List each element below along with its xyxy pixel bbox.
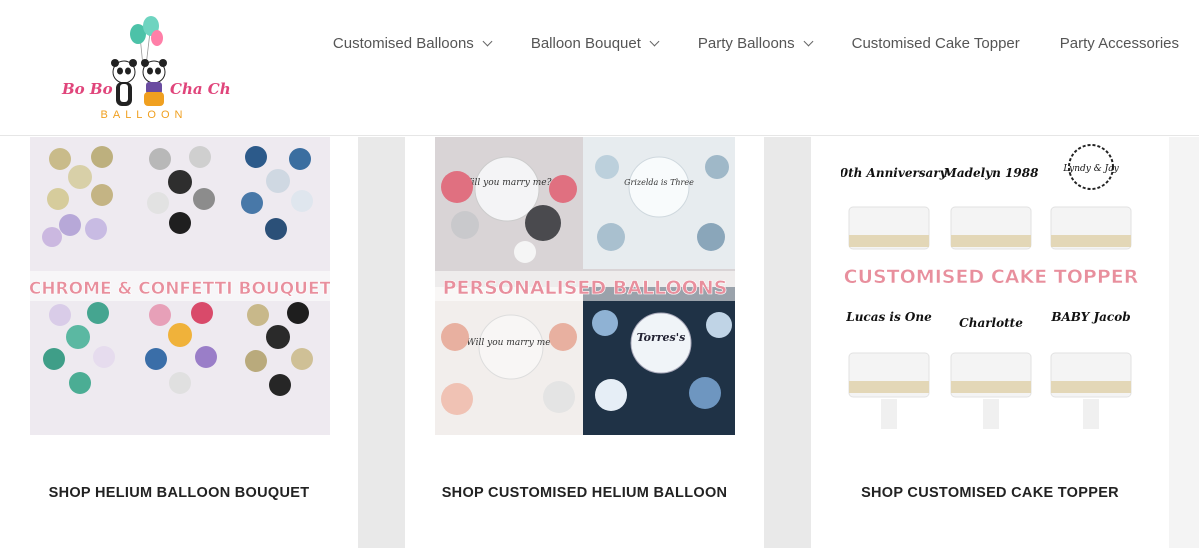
logo-balloons-icon [130, 16, 163, 67]
panda-girl-icon [141, 59, 167, 106]
balloon-text: Torres's [637, 331, 686, 344]
nav-label: Party Accessories [1059, 34, 1179, 52]
chevron-down-icon [803, 36, 814, 46]
nav-label: Customised Cake Topper [851, 34, 1020, 52]
nav-balloon-bouquet[interactable]: Balloon Bouquet [530, 34, 660, 52]
topper-text: Madelyn 1988 [943, 166, 1040, 180]
balloon-text: Grizelda is Three [624, 178, 694, 187]
nav-party-balloons[interactable]: Party Balloons [697, 34, 814, 52]
category-card-personalised: Will you marry me? Grizelda is Three PER… [405, 137, 764, 548]
nav-customised-balloons[interactable]: Customised Balloons [332, 34, 493, 52]
site-header: Bo Bo Cha Cha BALLOON Customised Balloon… [0, 0, 1199, 136]
bouquet-image[interactable]: CHROME & CONFETTI BOUQUET [30, 137, 330, 435]
chevron-down-icon [649, 36, 660, 46]
cake-topper-image[interactable]: 30th Anniversary Madelyn 1988 Lyndy & Ja… [841, 137, 1141, 435]
product-category-grid: CHROME & CONFETTI BOUQUET SHOP HELIUM BA… [0, 137, 1199, 548]
column-gutter [1169, 137, 1199, 548]
topper-text: Charlotte [959, 316, 1023, 330]
balloon-text: Will you marry me? [467, 338, 556, 348]
shop-cake-topper-link[interactable]: SHOP CUSTOMISED CAKE TOPPER [811, 485, 1169, 501]
nav-label: Party Balloons [697, 34, 795, 52]
category-card-bouquet: CHROME & CONFETTI BOUQUET SHOP HELIUM BA… [0, 137, 358, 548]
chevron-down-icon [482, 36, 493, 46]
personalised-image[interactable]: Will you marry me? Grizelda is Three PER… [435, 137, 735, 435]
topper-text: Lucas is One [845, 310, 932, 324]
logo-name-left: Bo Bo [61, 80, 113, 98]
site-logo[interactable]: Bo Bo Cha Cha BALLOON [58, 14, 230, 124]
panda-icon [111, 59, 137, 106]
shop-personalised-link[interactable]: SHOP CUSTOMISED HELIUM BALLOON [405, 485, 764, 501]
topper-text: 30th Anniversary [841, 166, 948, 180]
column-gutter [764, 137, 811, 548]
nav-customised-cake-topper[interactable]: Customised Cake Topper [852, 35, 1020, 52]
topper-text: BABY Jacob [1050, 310, 1130, 324]
shop-bouquet-link[interactable]: SHOP HELIUM BALLOON BOUQUET [0, 485, 358, 501]
nav-label: Customised Balloons [332, 34, 474, 52]
nav-party-accessories[interactable]: Party Accessories [1060, 35, 1179, 52]
nav-label: Balloon Bouquet [530, 34, 641, 52]
category-card-cake-topper: 30th Anniversary Madelyn 1988 Lyndy & Ja… [811, 137, 1169, 548]
logo-name-right: Cha Cha [170, 80, 230, 98]
topper-text: Lyndy & Jay [1062, 164, 1119, 174]
image-caption: CUSTOMISED CAKE TOPPER [844, 266, 1139, 288]
column-gutter [358, 137, 405, 548]
image-caption: PERSONALISED BALLOONS [443, 277, 728, 299]
main-nav: Customised Balloons Balloon Bouquet Part… [333, 30, 1179, 56]
logo-tagline: BALLOON [101, 109, 188, 121]
balloon-text: Will you marry me? [463, 178, 552, 188]
image-caption: CHROME & CONFETTI BOUQUET [30, 279, 330, 299]
